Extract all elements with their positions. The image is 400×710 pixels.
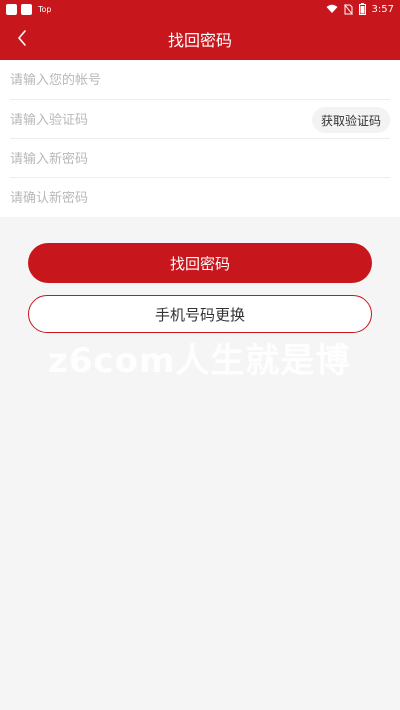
get-code-button[interactable]: 获取验证码	[311, 107, 390, 133]
wifi-icon	[326, 4, 338, 13]
confirm-password-row	[10, 178, 390, 218]
watermark-text: z6com人生就是博	[48, 341, 351, 381]
notification-icon	[21, 3, 32, 15]
account-input[interactable]	[10, 72, 270, 88]
notification-icon	[6, 3, 17, 15]
account-row	[10, 60, 390, 100]
status-bar: Top 3:57	[0, 0, 400, 18]
title-bar: 找回密码	[0, 18, 400, 60]
recovery-form: 获取验证码	[0, 60, 400, 217]
code-row: 获取验证码	[10, 100, 390, 140]
back-button[interactable]	[10, 26, 34, 50]
verification-code-input[interactable]	[10, 112, 270, 128]
recover-password-button[interactable]: 找回密码	[28, 243, 372, 283]
chevron-left-icon	[18, 30, 26, 46]
battery-icon	[358, 3, 366, 15]
status-bar-left: Top	[6, 3, 52, 15]
status-app-label: Top	[38, 4, 52, 14]
page-title: 找回密码	[167, 31, 232, 50]
new-password-input[interactable]	[10, 151, 270, 167]
no-sim-icon	[343, 3, 353, 15]
change-phone-button[interactable]: 手机号码更换	[28, 295, 372, 333]
new-password-row	[10, 139, 390, 179]
status-bar-right: 3:57	[326, 3, 394, 15]
confirm-password-input[interactable]	[10, 190, 270, 206]
status-time: 3:57	[371, 3, 394, 15]
